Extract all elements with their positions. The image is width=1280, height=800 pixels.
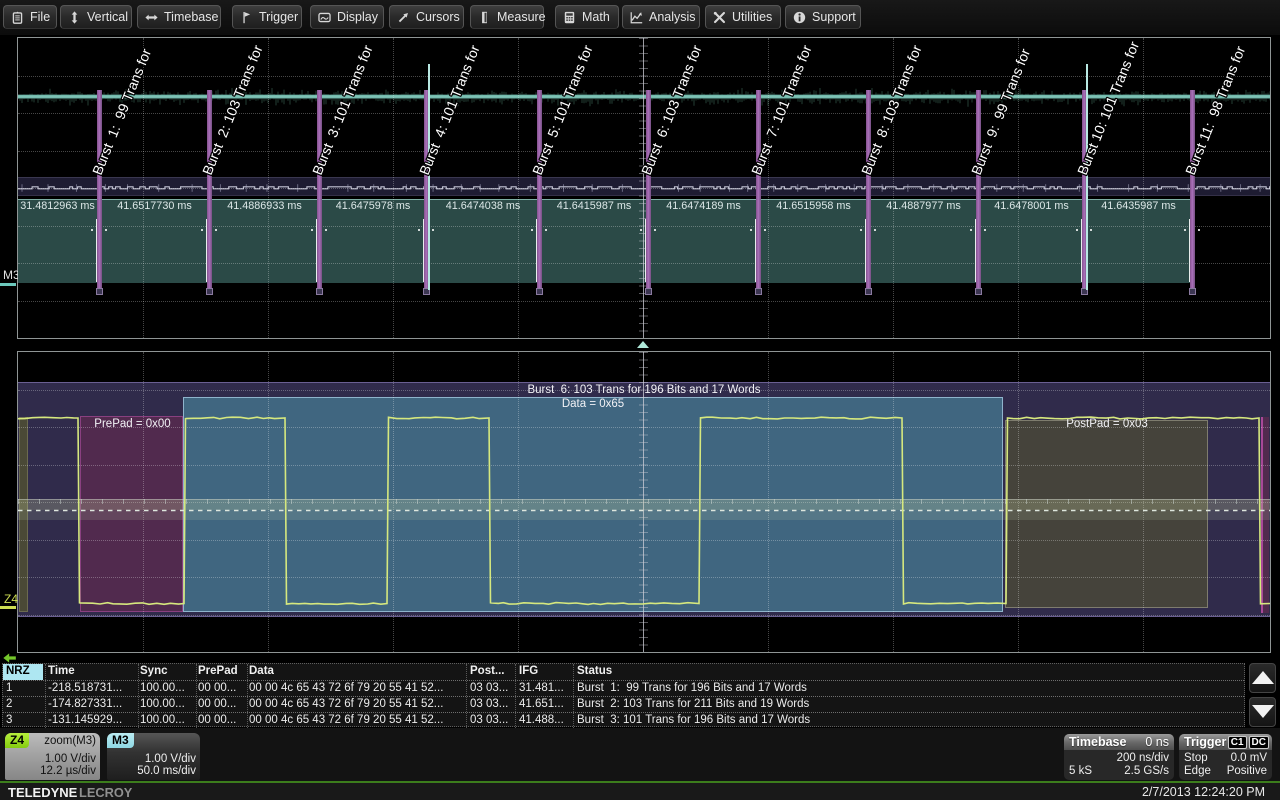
svg-text:Burst 4: 101 Trans for: Burst 4: 101 Trans for: [416, 42, 483, 177]
svg-text:Burst 1: 99 Trans for: Burst 1: 99 Trans for: [89, 46, 154, 177]
svg-text:Burst 5: 101 Trans for: Burst 5: 101 Trans for: [529, 42, 596, 177]
svg-text:Burst 9: 99 Trans for: Burst 9: 99 Trans for: [968, 46, 1033, 177]
svg-text:Burst 6: 103 Trans for: Burst 6: 103 Trans for: [638, 42, 705, 177]
svg-text:Burst 10: 101 Trans for: Burst 10: 101 Trans for: [1074, 39, 1142, 177]
svg-text:Burst 3: 101 Trans for: Burst 3: 101 Trans for: [309, 42, 376, 177]
svg-text:Burst 11: 98 Trans for: Burst 11: 98 Trans for: [1182, 43, 1248, 177]
svg-text:Burst 2: 103 Trans for: Burst 2: 103 Trans for: [199, 42, 266, 177]
svg-text:Burst 8: 103 Trans for: Burst 8: 103 Trans for: [858, 42, 925, 177]
svg-text:Burst 7: 101 Trans for: Burst 7: 101 Trans for: [748, 42, 815, 177]
